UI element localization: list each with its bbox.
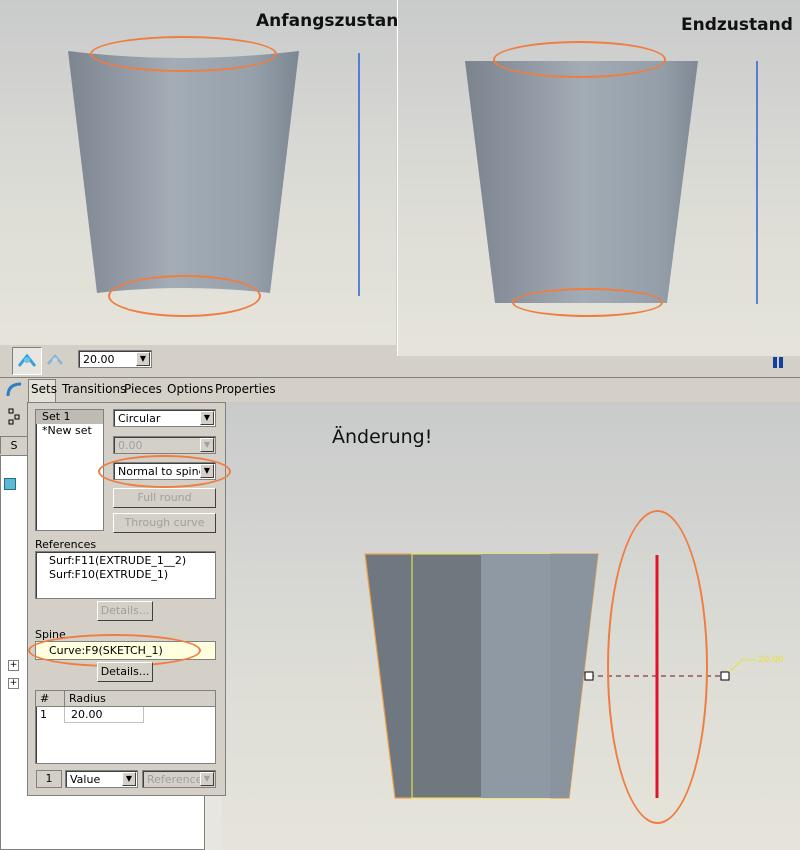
tab-properties[interactable]: Properties — [215, 382, 276, 396]
chevron-down-icon[interactable]: ▼ — [200, 411, 214, 425]
bottom-index-field: 1 — [36, 770, 62, 788]
drag-handle — [584, 671, 594, 681]
tree-icon[interactable] — [8, 408, 22, 426]
set-item-new[interactable]: *New set — [36, 424, 103, 438]
change-annotation: Änderung! — [332, 426, 433, 448]
highlight-ellipse-spine — [607, 510, 708, 824]
highlight-ellipse-top — [90, 36, 277, 72]
tab-sets-label[interactable]: Sets — [31, 382, 57, 396]
part-icon — [4, 478, 16, 490]
disabled-value-select: 0.00 ▼ — [113, 436, 216, 454]
references-details-button: Details... — [97, 601, 153, 621]
dimension-label[interactable]: 20.00 — [758, 655, 784, 665]
viewport-initial-state: Anfangszustand — [0, 0, 411, 345]
radius-table[interactable]: # Radius 1 20.00 — [35, 690, 216, 764]
highlight-ellipse-orientation — [98, 455, 231, 488]
modified-part-render — [364, 553, 756, 799]
reference-item[interactable]: Surf:F10(EXTRUDE_1) — [36, 568, 215, 582]
round-set-mode-icon[interactable] — [12, 347, 42, 375]
pause-icon[interactable] — [772, 357, 786, 369]
expand-icon[interactable]: + — [8, 660, 19, 671]
highlight-ellipse-top — [493, 41, 666, 78]
viewport-final-state: Endzustand — [397, 0, 800, 356]
chevron-down-icon[interactable]: ▼ — [136, 352, 150, 366]
heading-final-state: Endzustand — [681, 15, 793, 35]
column-header-index: # — [36, 691, 65, 706]
tab-transitions[interactable]: Transitions — [62, 382, 126, 396]
round-tool-icon — [5, 380, 25, 398]
sets-list[interactable]: Set 1 *New set — [35, 409, 104, 531]
reference-select: Reference ▼ — [142, 770, 216, 788]
table-row[interactable]: 1 20.00 — [36, 707, 215, 723]
set-item-selected[interactable]: Set 1 — [36, 410, 103, 424]
references-label: References — [35, 538, 97, 551]
references-list[interactable]: Surf:F11(EXTRUDE_1__2) Surf:F10(EXTRUDE_… — [35, 551, 216, 599]
tree-tab[interactable]: S — [0, 436, 28, 454]
chevron-down-icon: ▼ — [200, 438, 214, 452]
reference-item[interactable]: Surf:F11(EXTRUDE_1__2) — [36, 554, 215, 568]
transition-mode-icon[interactable] — [44, 348, 66, 372]
tab-pieces[interactable]: Pieces — [124, 382, 162, 396]
cross-section-type-select[interactable]: Circular ▼ — [113, 409, 216, 427]
expand-icon[interactable]: + — [8, 678, 19, 689]
dashboard-toolbar-right — [397, 356, 800, 377]
spine-details-button[interactable]: Details... — [97, 662, 153, 682]
through-curve-button: Through curve — [113, 513, 216, 533]
radius-mode-select[interactable]: Value ▼ — [65, 770, 138, 788]
radius-value-field[interactable]: 20.00 ▼ — [78, 350, 152, 368]
highlight-ellipse-bottom — [512, 288, 663, 317]
row-radius[interactable]: 20.00 — [65, 707, 144, 723]
highlight-ellipse-bottom — [108, 275, 261, 317]
chevron-down-icon[interactable]: ▼ — [122, 772, 136, 786]
heading-initial-state: Anfangszustand — [256, 11, 411, 31]
column-header-radius: Radius — [69, 692, 106, 705]
drag-handle — [720, 671, 730, 681]
chevron-down-icon: ▼ — [200, 772, 214, 786]
tab-options[interactable]: Options — [167, 382, 213, 396]
full-round-button: Full round — [113, 488, 216, 508]
row-index: 1 — [36, 707, 65, 723]
